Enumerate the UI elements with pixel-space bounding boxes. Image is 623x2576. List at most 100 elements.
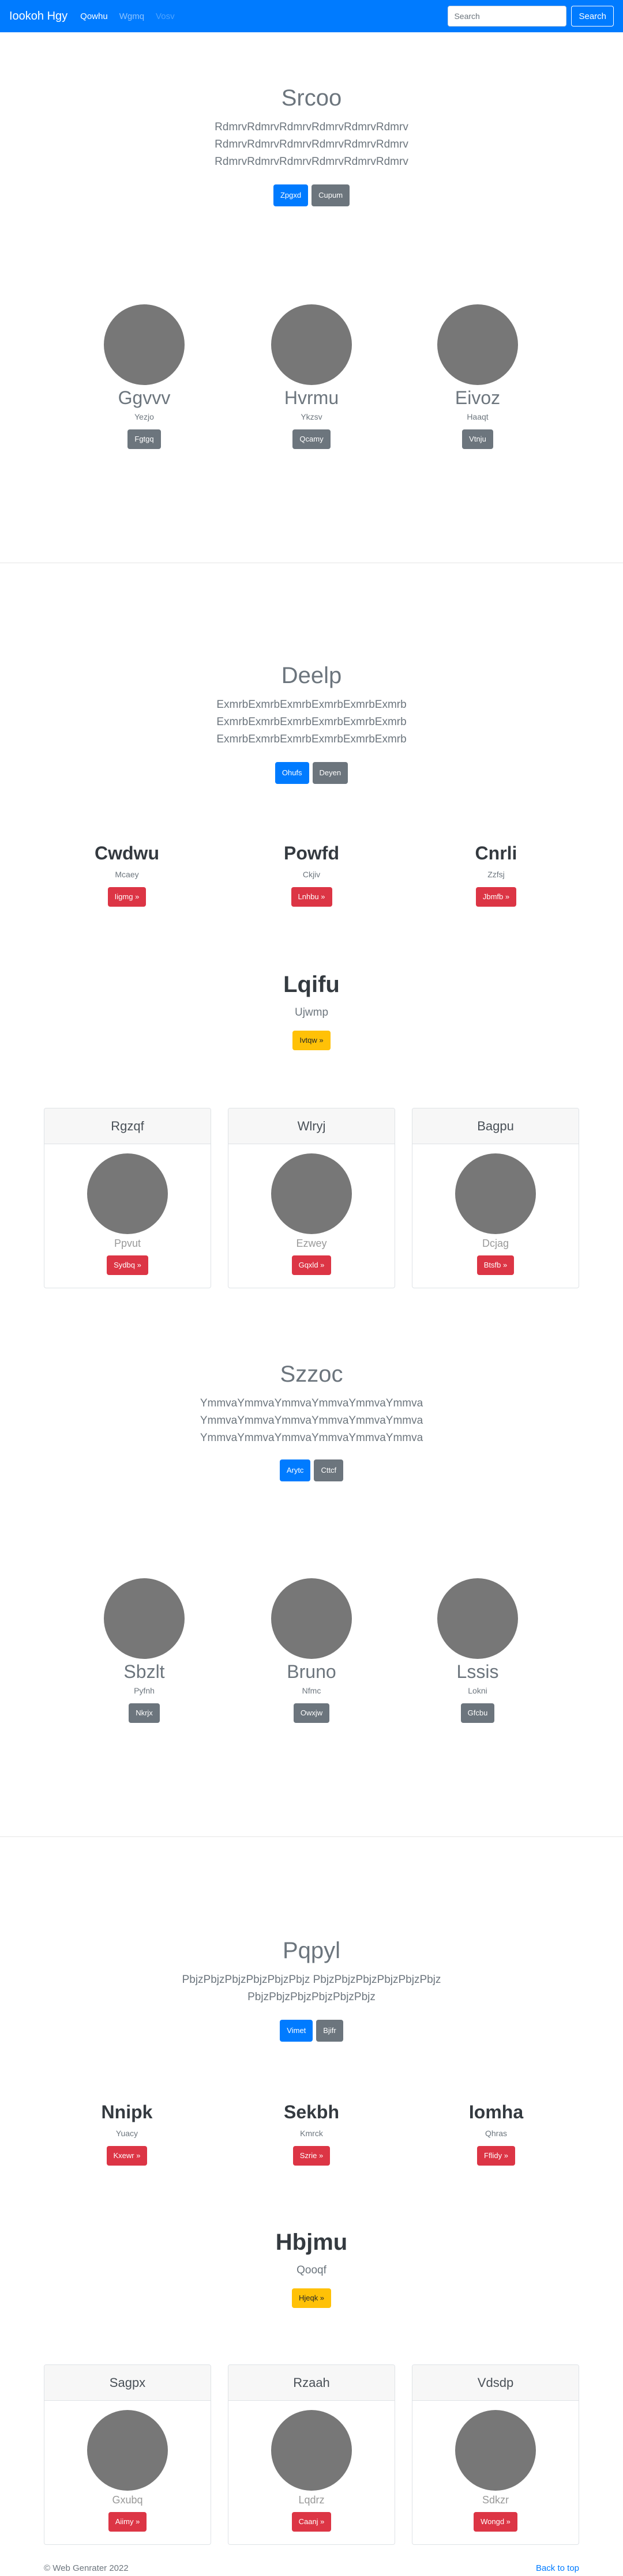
feature-column: Nnipk Yuacy Kxewr » <box>32 2102 222 2166</box>
profile-card: Bagpu Dcjag Btsfb » <box>412 1108 579 1288</box>
person-subtitle: Pyfnh <box>134 1686 155 1695</box>
feature-button[interactable]: Kxewr » <box>106 2146 148 2166</box>
person-button[interactable]: Owxjw <box>293 1703 330 1723</box>
section2-title: Deelp <box>281 663 342 688</box>
hero-button[interactable]: Ivtqw » <box>292 1031 331 1050</box>
section-divider <box>0 1836 623 1837</box>
navbar-search-form: Search <box>448 6 614 27</box>
lead-line: ExmrbExmrbExmrbExmrbExmrbExmrb <box>216 733 407 745</box>
primary-button[interactable]: Zpgxd <box>273 184 309 206</box>
person-name: Eivoz <box>455 387 501 408</box>
avatar-placeholder <box>271 1153 352 1234</box>
hero-button[interactable]: Hjeqk » <box>291 2288 332 2308</box>
feature-title: Powfd <box>284 843 339 863</box>
profile-card: Rgzqf Ppvut Sydbq » <box>44 1108 211 1288</box>
card-header: Wlryj <box>228 1108 395 1144</box>
primary-button[interactable]: Arytc <box>279 1459 311 1481</box>
feature-column: Powfd Ckjiv Lnhbu » <box>216 843 407 907</box>
profile-card: Vdsdp Sdkzr Wongd » <box>412 2364 579 2545</box>
feature-title: Nnipk <box>101 2102 153 2122</box>
person-button[interactable]: Fgtgq <box>127 429 161 449</box>
feature-column: Cwdwu Mcaey Iigmg » <box>32 843 222 907</box>
lead-line: PbjzPbjzPbjzPbjzPbjzPbjz PbjzPbjzPbjzPbj… <box>182 1974 441 1986</box>
avatar-placeholder <box>271 304 352 385</box>
lead-line: ExmrbExmrbExmrbExmrbExmrbExmrb <box>216 699 407 711</box>
card-button[interactable]: Aiimy » <box>108 2512 147 2532</box>
card-header: Rzaah <box>228 2365 395 2401</box>
section3-lead: YmmvaYmmvaYmmvaYmmvaYmmvaYmmva YmmvaYmmv… <box>0 1395 623 1447</box>
feature-button[interactable]: Iigmg » <box>107 887 147 907</box>
card-header: Rgzqf <box>44 1108 211 1144</box>
secondary-button[interactable]: Cupum <box>312 184 350 206</box>
card-subtitle: Ezwey <box>296 1238 327 1249</box>
section2-buttons: Ohufs Deyen <box>0 762 623 784</box>
avatar-placeholder <box>455 1153 536 1234</box>
primary-button[interactable]: Vimet <box>280 2020 313 2042</box>
profile-card: Sagpx Gxubq Aiimy » <box>44 2364 211 2545</box>
person-subtitle: Ykzsv <box>301 412 322 421</box>
section3-title: Szzoc <box>280 1361 343 1387</box>
card-subtitle: Dcjag <box>482 1238 509 1249</box>
person-name: Hvrmu <box>284 387 339 408</box>
person-card: Lssis Lokni Gfcbu <box>382 1578 573 1723</box>
person-subtitle: Yezjo <box>134 412 154 421</box>
person-name: Ggvvv <box>118 387 171 408</box>
feature-button[interactable]: Lnhbu » <box>291 887 332 907</box>
avatar-placeholder <box>104 1578 185 1659</box>
card-subtitle: Gxubq <box>112 2494 143 2506</box>
card-button[interactable]: Wongd » <box>474 2512 517 2532</box>
nav-link-2[interactable]: Wgmq <box>119 12 144 21</box>
person-name: Bruno <box>287 1661 336 1682</box>
primary-button[interactable]: Ohufs <box>275 762 309 784</box>
avatar-placeholder <box>437 1578 518 1659</box>
nav-link-1[interactable]: Qowhu <box>80 12 108 21</box>
card-subtitle: Lqdrz <box>298 2494 325 2506</box>
section3-buttons: Arytc Cttcf <box>0 1459 623 1481</box>
lead-line: YmmvaYmmvaYmmvaYmmvaYmmvaYmmva <box>200 1432 423 1444</box>
section4-buttons: Vimet Bjifr <box>0 2020 623 2042</box>
hero-subtitle: Ujwmp <box>294 1006 329 1019</box>
feature-button[interactable]: Szrie » <box>292 2146 331 2166</box>
person-button[interactable]: Gfcbu <box>460 1703 495 1723</box>
secondary-button[interactable]: Deyen <box>312 762 348 784</box>
person-button[interactable]: Vtnju <box>462 429 493 449</box>
feature-subtitle: Qhras <box>485 2129 508 2138</box>
feature-button[interactable]: Jbmfb » <box>475 887 517 907</box>
feature-subtitle: Mcaey <box>115 870 139 879</box>
back-to-top-link[interactable]: Back to top <box>536 2563 579 2573</box>
secondary-button[interactable]: Bjifr <box>316 2020 343 2042</box>
hero-buttons: Ivtqw » <box>0 1031 623 1050</box>
card-header: Bagpu <box>412 1108 579 1144</box>
feature-subtitle: Kmrck <box>300 2129 323 2138</box>
avatar-placeholder <box>455 2410 536 2491</box>
avatar-placeholder <box>271 1578 352 1659</box>
person-button[interactable]: Nkrjx <box>129 1703 160 1723</box>
section1-buttons: Zpgxd Cupum <box>0 184 623 206</box>
person-name: Lssis <box>456 1661 499 1682</box>
person-subtitle: Lokni <box>468 1686 487 1695</box>
card-button[interactable]: Caanj » <box>291 2512 332 2532</box>
hero-buttons: Hjeqk » <box>0 2288 623 2308</box>
search-button[interactable]: Search <box>571 6 614 27</box>
feature-button[interactable]: Fflidy » <box>477 2146 515 2166</box>
card-button[interactable]: Gqxld » <box>291 1255 332 1275</box>
avatar-placeholder <box>104 304 185 385</box>
avatar-placeholder <box>87 2410 168 2491</box>
feature-title: Iomha <box>468 2102 524 2122</box>
feature-column: Iomha Qhras Fflidy » <box>401 2102 591 2166</box>
card-button[interactable]: Sydbq » <box>107 1255 148 1275</box>
avatar-placeholder <box>87 1153 168 1234</box>
card-button[interactable]: Btsfb » <box>476 1255 515 1275</box>
secondary-button[interactable]: Cttcf <box>314 1459 344 1481</box>
lead-line: YmmvaYmmvaYmmvaYmmvaYmmvaYmmva <box>200 1397 423 1409</box>
search-input[interactable] <box>448 6 567 27</box>
nav-link-3: Vosv <box>156 11 175 21</box>
card-header: Vdsdp <box>412 2365 579 2401</box>
person-subtitle: Haaqt <box>467 412 489 421</box>
card-subtitle: Ppvut <box>114 1238 141 1249</box>
avatar-placeholder <box>271 2410 352 2491</box>
section4-lead: PbjzPbjzPbjzPbjzPbjzPbjz PbjzPbjzPbjzPbj… <box>0 1971 623 2006</box>
person-name: Sbzlt <box>123 1661 165 1682</box>
navbar-brand[interactable]: Iookoh Hgy <box>9 10 67 23</box>
person-button[interactable]: Qcamy <box>292 429 331 449</box>
